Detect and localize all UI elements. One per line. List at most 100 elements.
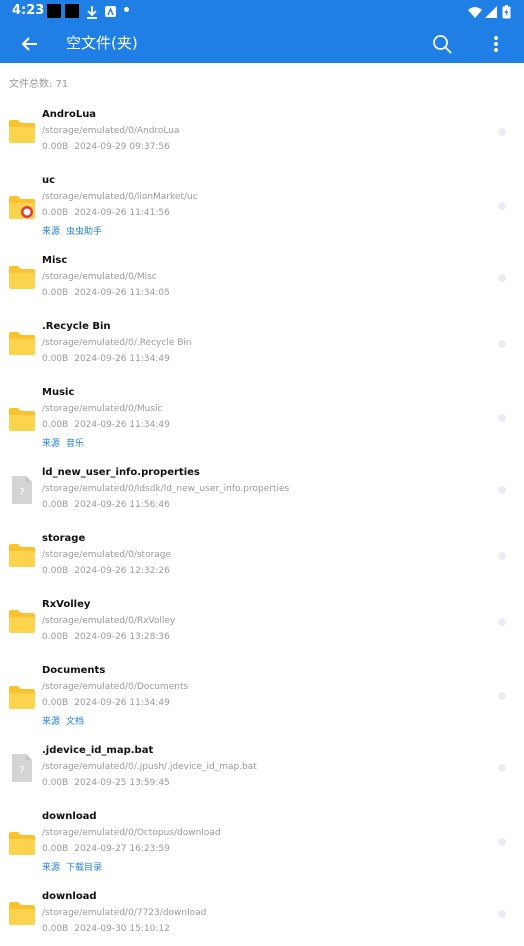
file-list-item[interactable]: Music/storage/emulated/0/Music 0.00B 2024-… <box>0 376 524 456</box>
page-title: 空文件(夹) <box>66 34 138 52</box>
file-date: 2024-09-26 11:34:05 <box>74 288 170 298</box>
folder-app-icon <box>8 194 36 224</box>
back-button[interactable] <box>16 30 44 58</box>
select-radio[interactable] <box>498 274 506 282</box>
file-list-item[interactable]: ? ld_new_user_info.properties/storage/emu… <box>0 456 524 522</box>
file-date: 2024-09-26 11:56:46 <box>74 500 170 510</box>
app-notification-icon <box>104 4 118 18</box>
file-size: 0.00B <box>42 778 69 788</box>
select-radio[interactable] <box>498 128 506 136</box>
unknown-file-icon: ? <box>10 754 34 786</box>
file-name: .jdevice_id_map.bat <box>42 745 154 756</box>
file-source: 来源 音乐 <box>42 436 84 449</box>
file-name: download <box>42 811 97 822</box>
status-bar: 4:23 <box>0 0 524 22</box>
notification-icon <box>47 4 61 18</box>
select-radio[interactable] <box>498 414 506 422</box>
file-list-item[interactable]: ? .jdevice_id_map.bat/storage/emulated/0/… <box>0 734 524 800</box>
app-bar: 空文件(夹) <box>0 22 524 63</box>
file-meta: 0.00B 2024-09-26 11:56:46 <box>42 500 170 510</box>
file-path: /storage/emulated/0/storage <box>42 550 172 560</box>
source-value: 音乐 <box>66 439 85 449</box>
file-size: 0.00B <box>42 354 69 364</box>
file-meta: 0.00B 2024-09-27 16:23:59 <box>42 844 170 854</box>
select-radio[interactable] <box>498 618 506 626</box>
file-meta: 0.00B 2024-09-25 13:59:45 <box>42 778 170 788</box>
status-time: 4:23 <box>12 3 45 18</box>
folder-icon <box>8 900 36 930</box>
select-radio[interactable] <box>498 486 506 494</box>
file-list-item[interactable]: Documents/storage/emulated/0/Documents 0.… <box>0 654 524 734</box>
select-radio[interactable] <box>498 838 506 846</box>
file-name: storage <box>42 533 86 544</box>
file-size: 0.00B <box>42 142 69 152</box>
file-date: 2024-09-26 11:34:49 <box>74 698 170 708</box>
arrow-left-icon <box>21 37 37 51</box>
file-meta: 0.00B 2024-09-26 11:34:49 <box>42 420 170 430</box>
file-list-item[interactable]: .Recycle Bin/storage/emulated/0/.Recycle… <box>0 310 524 376</box>
file-path: /storage/emulated/0/lionMarket/uc <box>42 192 198 202</box>
select-radio[interactable] <box>498 692 506 700</box>
file-source: 来源 下载目录 <box>42 860 102 873</box>
file-list-item[interactable]: uc/storage/emulated/0/lionMarket/uc 0.00B… <box>0 164 524 244</box>
file-date: 2024-09-26 11:41:56 <box>74 208 170 218</box>
select-radio[interactable] <box>498 552 506 560</box>
file-path: /storage/emulated/0/.Recycle Bin <box>42 338 192 348</box>
file-count: 文件总数: 71 <box>9 79 69 90</box>
file-list-item[interactable]: RxVolley/storage/emulated/0/RxVolley 0.00… <box>0 588 524 654</box>
source-label: 来源 <box>42 439 61 449</box>
file-meta: 0.00B 2024-09-29 09:37:56 <box>42 142 170 152</box>
more-options-button[interactable] <box>482 30 510 58</box>
folder-icon <box>8 830 36 860</box>
folder-icon <box>8 264 36 294</box>
notification-icon <box>65 4 79 18</box>
file-date: 2024-09-26 11:34:49 <box>74 354 170 364</box>
file-list-item[interactable]: storage/storage/emulated/0/storage 0.00B 2… <box>0 522 524 588</box>
file-meta: 0.00B 2024-09-30 15:10:12 <box>42 924 170 934</box>
source-value: 文档 <box>66 717 85 727</box>
file-name: Music <box>42 387 75 398</box>
file-name: Documents <box>42 665 106 676</box>
file-size: 0.00B <box>42 566 69 576</box>
file-list-item[interactable]: download/storage/emulated/0/Octopus/down… <box>0 800 524 880</box>
file-path: /storage/emulated/0/Documents <box>42 682 189 692</box>
more-notifications-icon <box>124 7 129 12</box>
select-radio[interactable] <box>498 340 506 348</box>
file-path: /storage/emulated/0/7723/download <box>42 908 207 918</box>
file-size: 0.00B <box>42 288 69 298</box>
file-source: 来源 文档 <box>42 714 84 727</box>
file-list-item[interactable]: AndroLua/storage/emulated/0/AndroLua 0.00… <box>0 98 524 164</box>
file-meta: 0.00B 2024-09-26 11:34:49 <box>42 354 170 364</box>
folder-icon <box>8 608 36 638</box>
file-list: AndroLua/storage/emulated/0/AndroLua 0.00… <box>0 98 524 946</box>
file-path: /storage/emulated/0/AndroLua <box>42 126 180 136</box>
select-radio[interactable] <box>498 764 506 772</box>
file-name: .Recycle Bin <box>42 321 111 332</box>
source-label: 来源 <box>42 863 61 873</box>
file-date: 2024-09-25 13:59:45 <box>74 778 170 788</box>
file-size: 0.00B <box>42 632 69 642</box>
unknown-file-icon: ? <box>10 476 34 508</box>
file-date: 2024-09-26 13:28:36 <box>74 632 170 642</box>
select-radio[interactable] <box>498 202 506 210</box>
file-path: /storage/emulated/0/Music <box>42 404 163 414</box>
file-meta: 0.00B 2024-09-26 13:28:36 <box>42 632 170 642</box>
file-path: /storage/emulated/0/Octopus/download <box>42 828 221 838</box>
file-size: 0.00B <box>42 420 69 430</box>
file-name: Misc <box>42 255 68 266</box>
file-size: 0.00B <box>42 208 69 218</box>
file-path: /storage/emulated/0/ldsdk/ld_new_user_in… <box>42 484 290 494</box>
file-list-item[interactable]: Misc/storage/emulated/0/Misc 0.00B 2024-09… <box>0 244 524 310</box>
file-date: 2024-09-29 09:37:56 <box>74 142 170 152</box>
file-size: 0.00B <box>42 698 69 708</box>
folder-icon <box>8 330 36 360</box>
select-radio[interactable] <box>498 910 506 918</box>
search-icon <box>433 35 452 54</box>
signal-icon <box>484 4 498 18</box>
search-button[interactable] <box>428 30 456 58</box>
file-meta: 0.00B 2024-09-26 11:34:05 <box>42 288 170 298</box>
file-date: 2024-09-30 15:10:12 <box>74 924 170 934</box>
source-value: 下载目录 <box>66 863 103 873</box>
file-list-item[interactable]: download/storage/emulated/0/7723/downloa… <box>0 880 524 946</box>
file-size: 0.00B <box>42 500 69 510</box>
